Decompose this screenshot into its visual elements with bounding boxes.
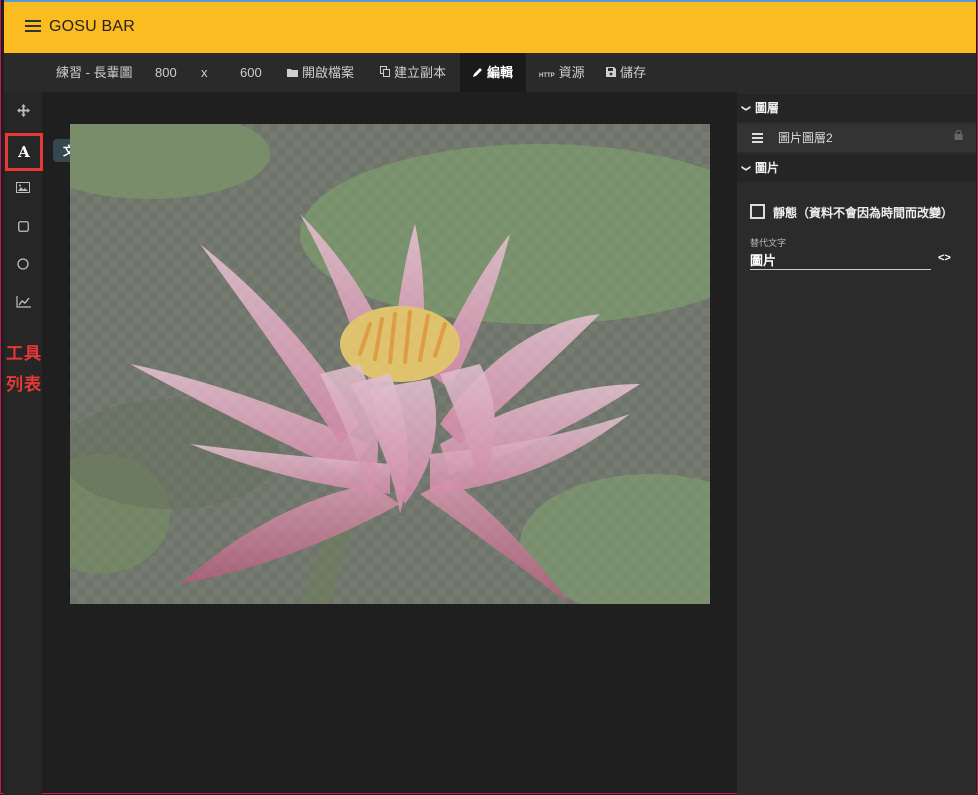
circle-icon[interactable] (4, 249, 42, 279)
app-bar: GOSU BAR (4, 0, 976, 53)
image-section-header[interactable]: ❯ 圖片 (737, 154, 976, 182)
move-icon[interactable] (4, 95, 42, 125)
image-icon[interactable] (4, 172, 42, 202)
http-icon: HTTP (539, 73, 555, 79)
layer-item[interactable]: 圖片圖層2 (737, 124, 976, 152)
open-file-label: 開啟檔案 (302, 65, 355, 80)
tool-column: A (4, 92, 43, 795)
lock-icon[interactable] (954, 124, 963, 152)
floppy-icon (606, 54, 616, 94)
canvas-image[interactable] (70, 124, 710, 604)
chevron-down-icon: ❯ (741, 104, 752, 113)
project-name[interactable]: 練習 - 長輩圖 (56, 53, 133, 92)
resources-label: 資源 (558, 65, 585, 80)
pencil-icon (472, 54, 483, 94)
chart-icon[interactable] (4, 287, 42, 317)
drag-handle-icon[interactable] (752, 133, 763, 145)
code-toggle-icon[interactable]: <> (938, 252, 951, 264)
text-tool-button[interactable]: A (5, 133, 43, 171)
chevron-down-icon: ❯ (741, 164, 752, 173)
static-checkbox[interactable] (750, 204, 765, 219)
annotation-line1: 工具 (6, 344, 42, 363)
copy-icon (380, 54, 390, 94)
folder-icon (287, 54, 298, 94)
tab-edit-label: 編輯 (486, 65, 513, 80)
lotus-image (70, 124, 710, 604)
canvas-height[interactable]: 600 (240, 53, 262, 92)
alt-text-input[interactable] (750, 249, 931, 270)
text-tool-letter: A (18, 143, 30, 161)
properties-panel: ❯圖層 圖片圖層2 ❯圖片 靜態（資料不會因為時間而改變） 替代文字 <> (737, 92, 976, 795)
duplicate-button[interactable]: 建立副本 (380, 53, 446, 92)
open-file-button[interactable]: 開啟檔案 (287, 53, 354, 92)
resources-button[interactable]: HTTP 資源 (539, 53, 585, 92)
dimension-separator: x (201, 65, 208, 80)
tab-edit[interactable]: 編輯 (460, 53, 526, 92)
project-toolbar: 練習 - 長輩圖 800 x 600 開啟檔案 建立副本 編輯 HTTP 資源 儲… (4, 53, 976, 92)
layers-section-header[interactable]: ❯ 圖層 (737, 94, 976, 122)
static-label: 靜態（資料不會因為時間而改變） (773, 206, 954, 220)
alt-text-label: 替代文字 (750, 238, 787, 248)
save-button[interactable]: 儲存 (606, 53, 646, 92)
menu-icon[interactable] (25, 20, 41, 34)
save-label: 儲存 (620, 65, 647, 80)
square-icon[interactable] (4, 211, 42, 241)
canvas-width[interactable]: 800 (155, 53, 177, 92)
app-title: GOSU BAR (49, 18, 136, 35)
layer-name: 圖片圖層2 (778, 131, 833, 145)
annotation-line2: 列表 (6, 375, 42, 394)
duplicate-label: 建立副本 (394, 65, 447, 80)
